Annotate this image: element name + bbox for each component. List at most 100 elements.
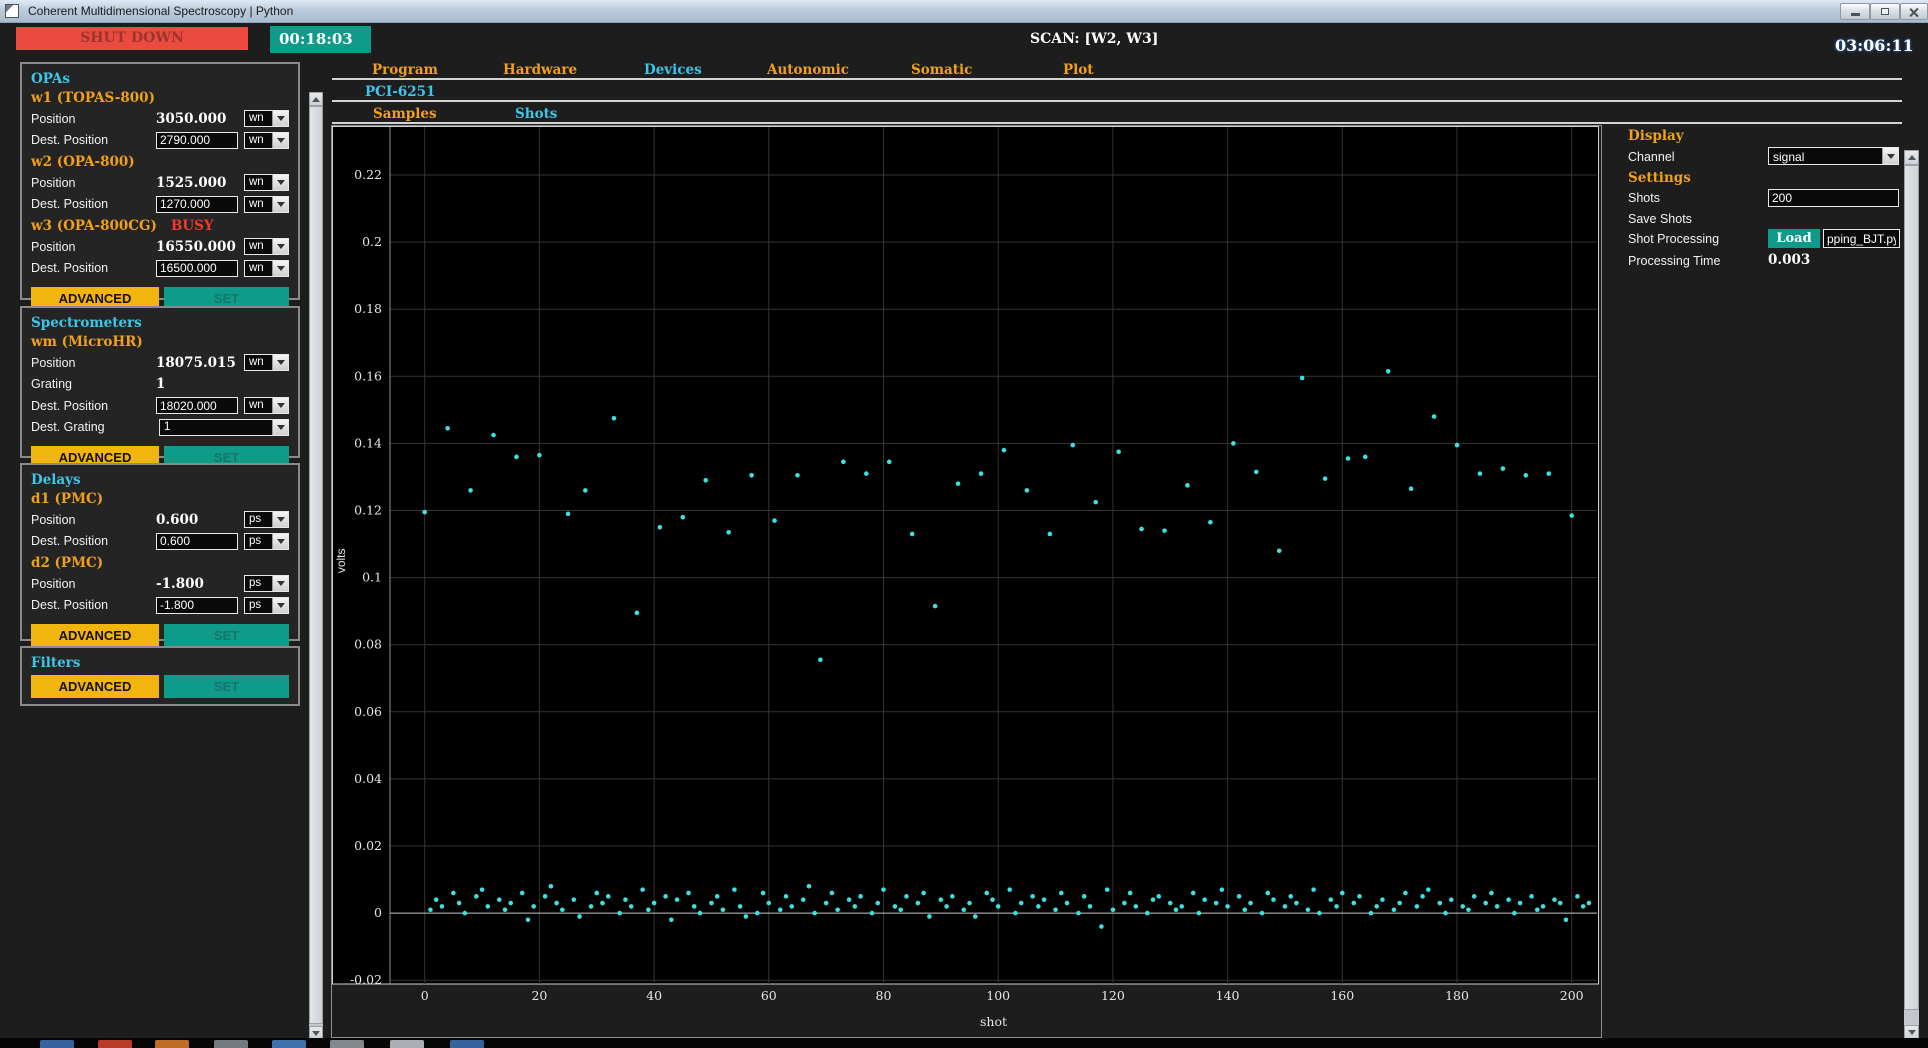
data-point [1437, 900, 1443, 906]
tab-shots[interactable]: Shots [515, 106, 557, 122]
chevron-down-icon[interactable] [272, 175, 288, 191]
shots-label: Shots [1628, 191, 1660, 205]
y-tick-label: 0.2 [362, 234, 382, 249]
taskbar-app-icon[interactable] [272, 1040, 306, 1048]
processing-script-input[interactable] [1823, 229, 1900, 248]
d1-position-units-select[interactable]: ps [244, 511, 289, 529]
dest-position-label: Dest. Position [31, 133, 109, 148]
load-script-button[interactable]: Load [1768, 229, 1820, 248]
chevron-down-icon[interactable] [272, 196, 288, 212]
tab-autonomic[interactable]: Autonomic [767, 62, 849, 78]
d1-dest-input[interactable] [156, 532, 238, 550]
taskbar-app-icon[interactable] [98, 1040, 132, 1048]
w2-position-units-select[interactable]: wn [244, 174, 289, 192]
data-point [1093, 499, 1098, 505]
w1-dest-input[interactable] [156, 131, 238, 149]
taskbar-app-icon[interactable] [390, 1040, 424, 1048]
w3-position-units-select[interactable]: wn [244, 238, 289, 256]
tab-pci-6251[interactable]: PCI-6251 [365, 84, 435, 100]
units-value: wn [249, 261, 264, 274]
subtabs-divider [332, 122, 1902, 124]
d2-dest-row: Dest. Position ps [31, 595, 289, 617]
data-point [1477, 471, 1483, 476]
arrow-up-icon [1907, 151, 1916, 160]
tab-devices[interactable]: Devices [644, 62, 702, 78]
chevron-down-icon[interactable] [1882, 148, 1898, 164]
tab-plot[interactable]: Plot [1063, 62, 1094, 78]
tab-samples[interactable]: Samples [373, 106, 437, 122]
delays-set-button[interactable]: SET [164, 624, 289, 647]
data-point [663, 894, 668, 899]
w3-dest-input[interactable] [156, 259, 238, 277]
tab-somatic[interactable]: Somatic [911, 62, 972, 78]
data-point [1173, 907, 1179, 913]
filters-advanced-button[interactable]: ADVANCED [31, 675, 159, 698]
data-point [1443, 910, 1448, 916]
w2-dest-units-select[interactable]: wn [244, 195, 289, 213]
d1-dest-units-select[interactable]: ps [244, 532, 289, 550]
close-button[interactable] [1900, 3, 1928, 20]
units-value: wn [249, 133, 264, 146]
scrollbar-thumb[interactable] [309, 106, 323, 1024]
chevron-down-icon[interactable] [272, 260, 288, 276]
wm-position-units-select[interactable]: wn [244, 354, 289, 372]
right-panel-scrollbar[interactable] [1904, 150, 1919, 1040]
chevron-down-icon[interactable] [272, 597, 288, 613]
d2-dest-units-select[interactable]: ps [244, 596, 289, 614]
chevron-down-icon[interactable] [272, 398, 288, 414]
scroll-up-button[interactable] [309, 92, 323, 106]
taskbar-app-icon[interactable] [214, 1040, 248, 1048]
tab-program[interactable]: Program [372, 62, 438, 78]
chevron-down-icon[interactable] [272, 576, 288, 592]
data-point [1494, 904, 1500, 909]
w3-name: w3 (OPA-800CG) [31, 218, 157, 234]
shots-input[interactable] [1768, 189, 1899, 207]
scrollbar-thumb[interactable] [1904, 165, 1919, 1010]
chevron-down-icon[interactable] [272, 239, 288, 255]
chevron-down-icon[interactable] [272, 355, 288, 371]
d2-position-units-select[interactable]: ps [244, 575, 289, 593]
y-tick-label: 0.22 [354, 167, 382, 182]
d2-dest-input[interactable] [156, 596, 238, 614]
taskbar-app-icon[interactable] [330, 1040, 364, 1048]
taskbar-app-icon[interactable] [450, 1040, 484, 1048]
processing-time-value: 0.003 [1768, 252, 1811, 268]
taskbar-app-icon[interactable] [155, 1040, 189, 1048]
w3-dest-units-select[interactable]: wn [244, 259, 289, 277]
windows-taskbar[interactable] [0, 1038, 1928, 1048]
channel-select[interactable]: signal [1768, 147, 1899, 165]
filters-set-button[interactable]: SET [164, 675, 289, 698]
tab-hardware[interactable]: Hardware [503, 62, 577, 78]
minimize-button[interactable] [1840, 3, 1870, 20]
data-point [1529, 894, 1534, 899]
restore-button[interactable] [1870, 3, 1900, 20]
data-point [1122, 900, 1127, 906]
w1-position-units-select[interactable]: wn [244, 110, 289, 128]
display-header: Display [1628, 128, 1684, 144]
data-point [474, 894, 479, 899]
w2-dest-input[interactable] [156, 195, 238, 213]
data-point [1552, 897, 1557, 902]
dest-grating-select[interactable]: 1 [159, 418, 289, 436]
delays-advanced-button[interactable]: ADVANCED [31, 624, 159, 647]
chevron-down-icon[interactable] [272, 533, 288, 549]
y-tick-label: 0.06 [354, 704, 382, 719]
taskbar-app-icon[interactable] [40, 1040, 74, 1048]
chevron-down-icon[interactable] [272, 111, 288, 127]
data-point [1466, 907, 1471, 913]
w1-dest-units-select[interactable]: wn [244, 131, 289, 149]
data-point [680, 514, 686, 520]
wm-dest-input[interactable] [156, 397, 238, 415]
data-point [1058, 890, 1064, 896]
data-point [1351, 900, 1357, 906]
wm-dest-units-select[interactable]: wn [244, 397, 289, 415]
y-tick-label: 0.04 [354, 771, 382, 786]
main-vertical-scrollbar[interactable] [309, 92, 323, 1040]
chevron-down-icon[interactable] [272, 419, 288, 435]
chevron-down-icon[interactable] [272, 132, 288, 148]
scroll-up-button[interactable] [1904, 150, 1919, 165]
window-titlebar[interactable]: Coherent Multidimensional Spectroscopy |… [0, 0, 1928, 23]
shut-down-button[interactable]: SHUT DOWN [16, 27, 248, 50]
chevron-down-icon[interactable] [272, 512, 288, 528]
data-point [950, 894, 955, 899]
